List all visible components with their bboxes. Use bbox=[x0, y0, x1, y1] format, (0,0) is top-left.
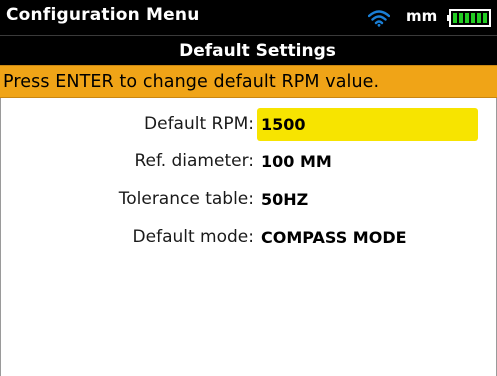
setting-value-field[interactable]: COMPASS MODE bbox=[261, 228, 407, 247]
setting-label: Ref. diameter: bbox=[134, 151, 254, 171]
battery-icon bbox=[447, 9, 491, 27]
setting-row-default-mode[interactable]: Default mode: COMPASS MODE bbox=[0, 221, 497, 257]
setting-row-tolerance-table[interactable]: Tolerance table: 50HZ bbox=[0, 183, 497, 219]
setting-value-field[interactable]: 50HZ bbox=[261, 190, 308, 209]
units-indicator: mm bbox=[406, 7, 438, 25]
setting-row-ref-diameter[interactable]: Ref. diameter: 100 MM bbox=[0, 145, 497, 181]
hint-bar: Press ENTER to change default RPM value. bbox=[0, 65, 497, 98]
setting-value-field[interactable]: 1500 bbox=[261, 115, 306, 134]
hint-text: Press ENTER to change default RPM value. bbox=[3, 71, 380, 92]
setting-value-field[interactable]: 100 MM bbox=[261, 152, 332, 171]
setting-label: Default RPM: bbox=[144, 114, 254, 134]
wifi-icon bbox=[368, 10, 390, 27]
screen-title: Default Settings bbox=[179, 40, 336, 61]
setting-label: Tolerance table: bbox=[118, 189, 254, 209]
status-bar: Configuration Menu mm bbox=[0, 0, 497, 35]
setting-row-default-rpm[interactable]: Default RPM: 1500 bbox=[0, 108, 497, 144]
menu-title: Configuration Menu bbox=[6, 5, 200, 25]
screen-header: Default Settings bbox=[0, 35, 497, 65]
device-screen: Configuration Menu mm Default Settings P… bbox=[0, 0, 497, 376]
setting-label: Default mode: bbox=[132, 227, 254, 247]
